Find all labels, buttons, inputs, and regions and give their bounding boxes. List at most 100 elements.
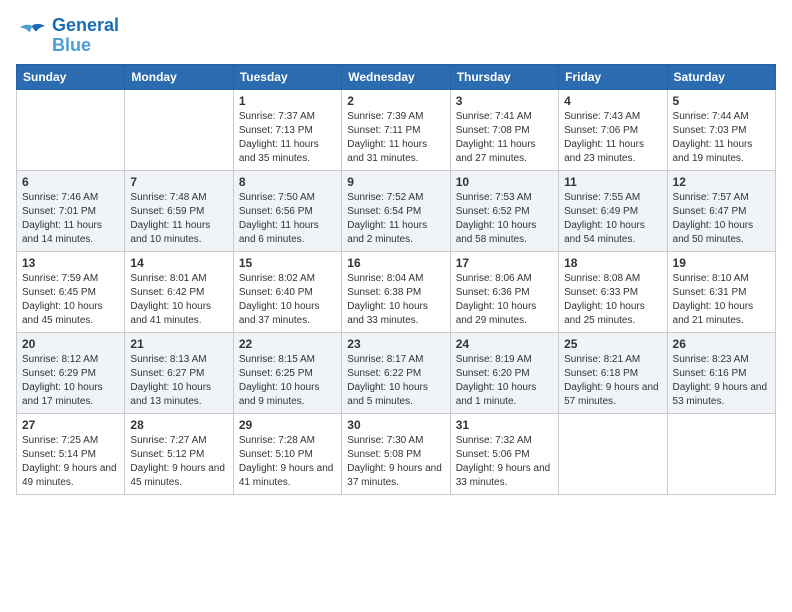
day-number: 9 xyxy=(347,175,444,189)
calendar-cell: 3 Sunrise: 7:41 AMSunset: 7:08 PMDaylight… xyxy=(450,89,558,170)
calendar-cell: 6Sunrise: 7:46 AMSunset: 7:01 PMDaylight… xyxy=(17,170,125,251)
day-info: Sunrise: 7:41 AMSunset: 7:08 PMDaylight:… xyxy=(456,110,553,166)
calendar-cell: 7 Sunrise: 7:48 AMSunset: 6:59 PMDaylight… xyxy=(125,170,233,251)
day-number: 31 xyxy=(456,418,553,432)
calendar-cell: 11 Sunrise: 7:55 AMSunset: 6:49 PMDayligh… xyxy=(559,170,667,251)
week-row-1: 1 Sunrise: 7:37 AMSunset: 7:13 PMDaylight… xyxy=(17,89,776,170)
day-info: Sunrise: 8:01 AMSunset: 6:42 PMDaylight:… xyxy=(130,272,227,328)
calendar-cell xyxy=(17,89,125,170)
weekday-header-monday: Monday xyxy=(125,64,233,89)
day-number: 27 xyxy=(22,418,119,432)
day-number: 24 xyxy=(456,337,553,351)
calendar-cell: 14 Sunrise: 8:01 AMSunset: 6:42 PMDayligh… xyxy=(125,251,233,332)
calendar-cell: 13 Sunrise: 7:59 AMSunset: 6:45 PMDayligh… xyxy=(17,251,125,332)
day-info: Sunrise: 7:37 AMSunset: 7:13 PMDaylight:… xyxy=(239,110,336,166)
day-number: 5 xyxy=(673,94,770,108)
day-number: 29 xyxy=(239,418,336,432)
day-info: Sunrise: 8:17 AMSunset: 6:22 PMDaylight:… xyxy=(347,353,444,409)
calendar-cell: 9 Sunrise: 7:52 AMSunset: 6:54 PMDaylight… xyxy=(342,170,450,251)
day-number: 22 xyxy=(239,337,336,351)
day-number: 14 xyxy=(130,256,227,270)
day-info: Sunrise: 7:32 AMSunset: 5:06 PMDaylight:… xyxy=(456,434,553,490)
weekday-header-wednesday: Wednesday xyxy=(342,64,450,89)
week-row-3: 13 Sunrise: 7:59 AMSunset: 6:45 PMDayligh… xyxy=(17,251,776,332)
day-info: Sunrise: 8:06 AMSunset: 6:36 PMDaylight:… xyxy=(456,272,553,328)
day-number: 10 xyxy=(456,175,553,189)
day-info: Sunrise: 7:46 AMSunset: 7:01 PMDaylight:… xyxy=(22,191,119,247)
day-number: 3 xyxy=(456,94,553,108)
day-number: 30 xyxy=(347,418,444,432)
calendar-cell: 15Sunrise: 8:02 AMSunset: 6:40 PMDayligh… xyxy=(233,251,341,332)
week-row-2: 6Sunrise: 7:46 AMSunset: 7:01 PMDaylight… xyxy=(17,170,776,251)
calendar-cell: 25 Sunrise: 8:21 AMSunset: 6:18 PMDayligh… xyxy=(559,332,667,413)
calendar-cell: 16Sunrise: 8:04 AMSunset: 6:38 PMDayligh… xyxy=(342,251,450,332)
day-number: 26 xyxy=(673,337,770,351)
calendar-cell: 28 Sunrise: 7:27 AMSunset: 5:12 PMDayligh… xyxy=(125,413,233,494)
day-number: 28 xyxy=(130,418,227,432)
weekday-header-thursday: Thursday xyxy=(450,64,558,89)
day-number: 21 xyxy=(130,337,227,351)
day-number: 23 xyxy=(347,337,444,351)
day-info: Sunrise: 8:10 AMSunset: 6:31 PMDaylight:… xyxy=(673,272,770,328)
logo-text: General Blue xyxy=(52,16,119,56)
logo: General Blue xyxy=(16,16,119,56)
calendar-cell: 23 Sunrise: 8:17 AMSunset: 6:22 PMDayligh… xyxy=(342,332,450,413)
calendar-cell: 2Sunrise: 7:39 AMSunset: 7:11 PMDaylight… xyxy=(342,89,450,170)
day-number: 13 xyxy=(22,256,119,270)
day-info: Sunrise: 8:15 AMSunset: 6:25 PMDaylight:… xyxy=(239,353,336,409)
day-info: Sunrise: 7:30 AMSunset: 5:08 PMDaylight:… xyxy=(347,434,444,490)
day-info: Sunrise: 7:52 AMSunset: 6:54 PMDaylight:… xyxy=(347,191,444,247)
logo-icon xyxy=(16,22,48,50)
day-info: Sunrise: 7:57 AMSunset: 6:47 PMDaylight:… xyxy=(673,191,770,247)
day-number: 25 xyxy=(564,337,661,351)
day-number: 2 xyxy=(347,94,444,108)
day-number: 16 xyxy=(347,256,444,270)
day-info: Sunrise: 8:13 AMSunset: 6:27 PMDaylight:… xyxy=(130,353,227,409)
day-info: Sunrise: 7:44 AMSunset: 7:03 PMDaylight:… xyxy=(673,110,770,166)
day-info: Sunrise: 8:21 AMSunset: 6:18 PMDaylight:… xyxy=(564,353,661,409)
calendar-cell: 12 Sunrise: 7:57 AMSunset: 6:47 PMDayligh… xyxy=(667,170,775,251)
page-header: General Blue xyxy=(16,16,776,56)
calendar-cell: 27Sunrise: 7:25 AMSunset: 5:14 PMDayligh… xyxy=(17,413,125,494)
day-info: Sunrise: 7:59 AMSunset: 6:45 PMDaylight:… xyxy=(22,272,119,328)
day-info: Sunrise: 7:53 AMSunset: 6:52 PMDaylight:… xyxy=(456,191,553,247)
calendar-cell: 31 Sunrise: 7:32 AMSunset: 5:06 PMDayligh… xyxy=(450,413,558,494)
calendar-cell: 26 Sunrise: 8:23 AMSunset: 6:16 PMDayligh… xyxy=(667,332,775,413)
day-number: 11 xyxy=(564,175,661,189)
day-number: 18 xyxy=(564,256,661,270)
day-number: 20 xyxy=(22,337,119,351)
day-info: Sunrise: 7:48 AMSunset: 6:59 PMDaylight:… xyxy=(130,191,227,247)
calendar-cell: 18 Sunrise: 8:08 AMSunset: 6:33 PMDayligh… xyxy=(559,251,667,332)
calendar-cell: 1 Sunrise: 7:37 AMSunset: 7:13 PMDaylight… xyxy=(233,89,341,170)
calendar-cell xyxy=(667,413,775,494)
day-number: 1 xyxy=(239,94,336,108)
calendar-cell xyxy=(125,89,233,170)
calendar-cell: 5 Sunrise: 7:44 AMSunset: 7:03 PMDaylight… xyxy=(667,89,775,170)
day-number: 19 xyxy=(673,256,770,270)
day-number: 7 xyxy=(130,175,227,189)
day-info: Sunrise: 8:08 AMSunset: 6:33 PMDaylight:… xyxy=(564,272,661,328)
week-row-4: 20 Sunrise: 8:12 AMSunset: 6:29 PMDayligh… xyxy=(17,332,776,413)
weekday-header-tuesday: Tuesday xyxy=(233,64,341,89)
day-info: Sunrise: 8:12 AMSunset: 6:29 PMDaylight:… xyxy=(22,353,119,409)
calendar-cell: 21 Sunrise: 8:13 AMSunset: 6:27 PMDayligh… xyxy=(125,332,233,413)
day-info: Sunrise: 7:55 AMSunset: 6:49 PMDaylight:… xyxy=(564,191,661,247)
day-info: Sunrise: 7:28 AMSunset: 5:10 PMDaylight:… xyxy=(239,434,336,490)
week-row-5: 27Sunrise: 7:25 AMSunset: 5:14 PMDayligh… xyxy=(17,413,776,494)
day-info: Sunrise: 7:43 AMSunset: 7:06 PMDaylight:… xyxy=(564,110,661,166)
calendar-cell: 20 Sunrise: 8:12 AMSunset: 6:29 PMDayligh… xyxy=(17,332,125,413)
calendar-cell: 19 Sunrise: 8:10 AMSunset: 6:31 PMDayligh… xyxy=(667,251,775,332)
calendar-cell: 8Sunrise: 7:50 AMSunset: 6:56 PMDaylight… xyxy=(233,170,341,251)
weekday-header-saturday: Saturday xyxy=(667,64,775,89)
calendar-cell: 29 Sunrise: 7:28 AMSunset: 5:10 PMDayligh… xyxy=(233,413,341,494)
day-number: 8 xyxy=(239,175,336,189)
day-number: 15 xyxy=(239,256,336,270)
day-info: Sunrise: 7:27 AMSunset: 5:12 PMDaylight:… xyxy=(130,434,227,490)
calendar-cell: 30 Sunrise: 7:30 AMSunset: 5:08 PMDayligh… xyxy=(342,413,450,494)
day-number: 17 xyxy=(456,256,553,270)
calendar-cell: 4Sunrise: 7:43 AMSunset: 7:06 PMDaylight… xyxy=(559,89,667,170)
day-number: 12 xyxy=(673,175,770,189)
weekday-header-sunday: Sunday xyxy=(17,64,125,89)
day-info: Sunrise: 8:23 AMSunset: 6:16 PMDaylight:… xyxy=(673,353,770,409)
weekday-header-friday: Friday xyxy=(559,64,667,89)
